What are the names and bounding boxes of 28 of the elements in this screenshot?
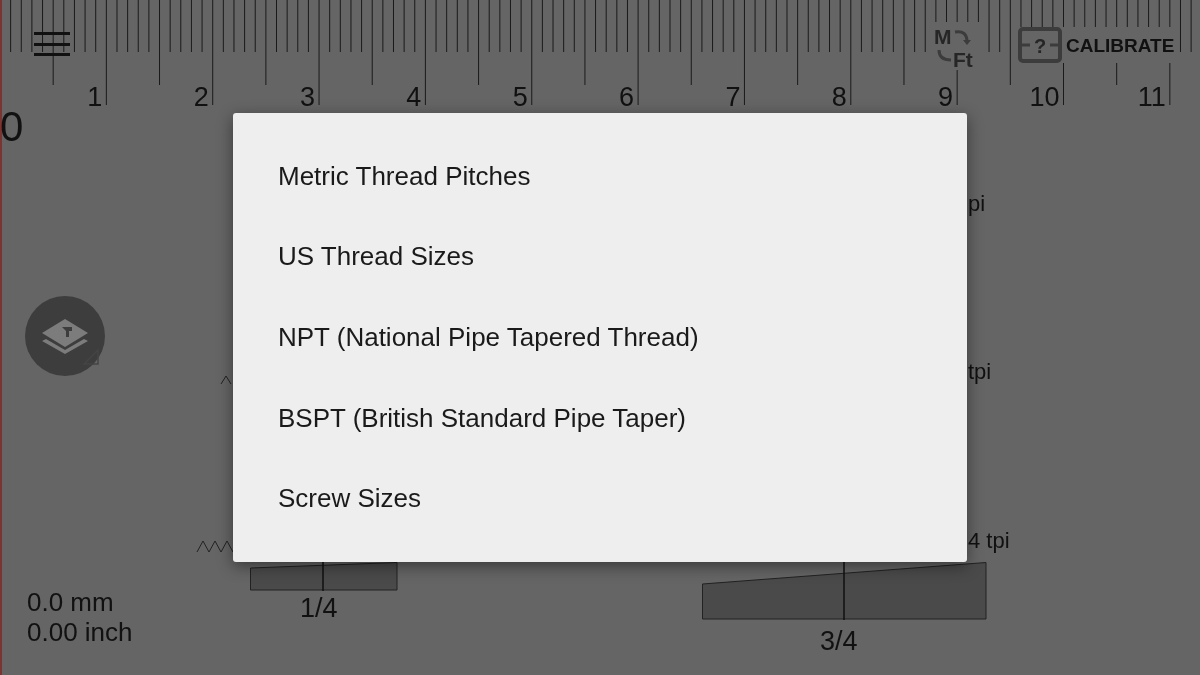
ruler-number: 6: [618, 84, 635, 111]
menu-item[interactable]: NPT (National Pipe Tapered Thread): [233, 297, 967, 378]
gauge-label: 3/4: [820, 628, 858, 655]
menu-item[interactable]: Screw Sizes: [233, 458, 967, 539]
thread-label: tpi: [968, 361, 992, 383]
thread-label: pi: [968, 193, 986, 215]
ruler-number: 3: [299, 84, 316, 111]
ruler-number: 5: [511, 84, 528, 111]
menu-icon[interactable]: [34, 32, 70, 56]
ruler-number: 10: [1028, 84, 1060, 111]
ruler-number: 7: [724, 84, 741, 111]
ruler-number: 1: [86, 84, 103, 111]
ruler-number: 11: [1136, 84, 1166, 111]
ruler-number: 9: [937, 84, 954, 111]
inch-reading: 0.00 inch: [27, 617, 133, 647]
zigzag-line: [196, 538, 234, 554]
ruler-number: 8: [830, 84, 847, 111]
millimeter-reading: 0.0 mm: [27, 587, 115, 617]
ruler-number: 4: [405, 84, 422, 111]
calibrate-icon: ?: [1018, 27, 1062, 63]
menu-item[interactable]: BSPT (British Standard Pipe Taper): [233, 377, 967, 459]
menu-item[interactable]: US Thread Sizes: [233, 216, 967, 298]
offset-reading: 0: [0, 106, 24, 148]
menu-item[interactable]: Metric Thread Pitches: [233, 136, 967, 217]
zigzag-line: [220, 374, 234, 386]
gauge-label: 1/4: [300, 595, 338, 622]
ruler-number: 2: [192, 84, 209, 111]
thread-label: 4 tpi: [968, 530, 1010, 552]
